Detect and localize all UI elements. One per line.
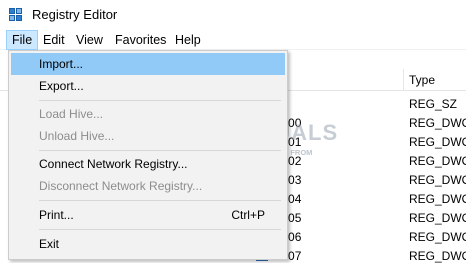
value-type: REG_SZ [409,97,458,111]
file-menu-dropdown: Import... Export... Load Hive... Unload … [8,50,288,260]
column-separator[interactable] [403,69,404,91]
type-column-header[interactable]: Type [409,73,435,87]
menu-item-load-hive[interactable]: Load Hive... [11,103,285,125]
menu-help[interactable]: Help [170,30,206,50]
window-title: Registry Editor [32,7,118,22]
print-shortcut: Ctrl+P [231,208,265,222]
value-type: REG_DWOF [409,211,466,225]
menu-favorites[interactable]: Favorites [110,30,171,50]
menu-item-export[interactable]: Export... [11,75,285,97]
menu-item-import[interactable]: Import... [11,53,285,75]
registry-editor-icon [9,8,23,22]
menu-item-exit[interactable]: Exit [11,233,285,255]
menu-item-connect-network-registry[interactable]: Connect Network Registry... [11,153,285,175]
menu-bar: File Edit View Favorites Help [0,30,466,50]
value-type: REG_DWOF [409,154,466,168]
menu-edit[interactable]: Edit [38,30,70,50]
menu-separator [39,150,281,151]
menu-separator [39,229,281,230]
value-type: REG_DWOF [409,230,466,244]
value-type: REG_DWOF [409,249,466,263]
menu-item-unload-hive[interactable]: Unload Hive... [11,125,285,147]
value-type: REG_DWOF [409,116,466,130]
menu-item-disconnect-network-registry[interactable]: Disconnect Network Registry... [11,175,285,197]
value-type: REG_DWOF [409,135,466,149]
value-type: REG_DWOF [409,192,466,206]
menu-separator [39,100,281,101]
title-bar: Registry Editor [0,0,466,30]
menu-view[interactable]: View [71,30,108,50]
menu-file[interactable]: File [6,30,39,50]
menu-item-print[interactable]: Print... Ctrl+P [11,204,285,226]
menu-separator [39,200,281,201]
value-type: REG_DWOF [409,173,466,187]
